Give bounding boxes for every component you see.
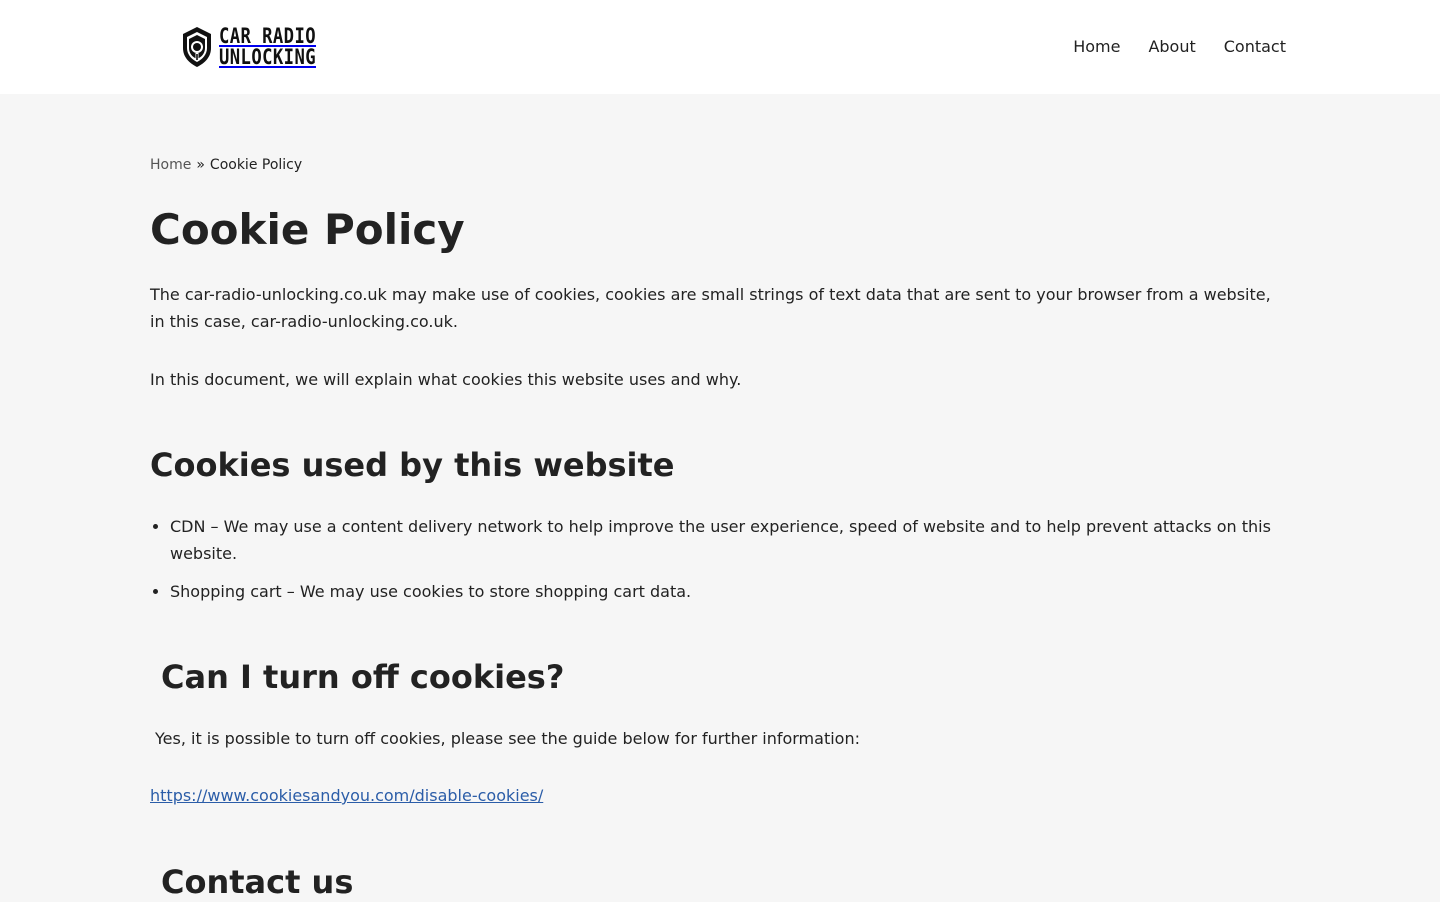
- section-heading-turn-off: Can I turn off cookies?: [161, 658, 565, 696]
- intro-paragraph: The car-radio-unlocking.co.uk may make u…: [150, 285, 1271, 331]
- main-nav: Home About Contact: [1073, 36, 1286, 58]
- logo-text: CAR RADIO UNLOCKING: [219, 26, 316, 68]
- car-radio-shield-icon: [183, 27, 211, 67]
- breadcrumb-separator: »: [196, 157, 205, 173]
- page-title: Cookie Policy: [150, 205, 465, 254]
- site-header: CAR RADIO UNLOCKING Home About Contact: [0, 0, 1440, 94]
- list-item: Shopping cart – We may use cookies to st…: [170, 578, 1280, 605]
- nav-home[interactable]: Home: [1073, 36, 1120, 58]
- site-logo[interactable]: CAR RADIO UNLOCKING: [180, 25, 337, 69]
- nav-about[interactable]: About: [1148, 36, 1195, 58]
- breadcrumb: Home » Cookie Policy: [150, 156, 302, 174]
- intro-paragraph-2: In this document, we will explain what c…: [150, 370, 742, 389]
- cookies-list: CDN – We may use a content delivery netw…: [150, 513, 1280, 616]
- logo-line-1: CAR RADIO: [219, 24, 317, 48]
- disable-cookies-link[interactable]: https://www.cookiesandyou.com/disable-co…: [150, 785, 543, 807]
- section-heading-contact: Contact us: [161, 863, 354, 901]
- nav-contact[interactable]: Contact: [1224, 36, 1286, 58]
- logo-line-2: UNLOCKING: [219, 45, 317, 69]
- list-item: CDN – We may use a content delivery netw…: [170, 513, 1280, 567]
- breadcrumb-current: Cookie Policy: [209, 157, 303, 173]
- section-heading-cookies-used: Cookies used by this website: [150, 446, 675, 484]
- breadcrumb-home[interactable]: Home: [150, 157, 191, 173]
- turn-off-paragraph: Yes, it is possible to turn off cookies,…: [155, 729, 860, 748]
